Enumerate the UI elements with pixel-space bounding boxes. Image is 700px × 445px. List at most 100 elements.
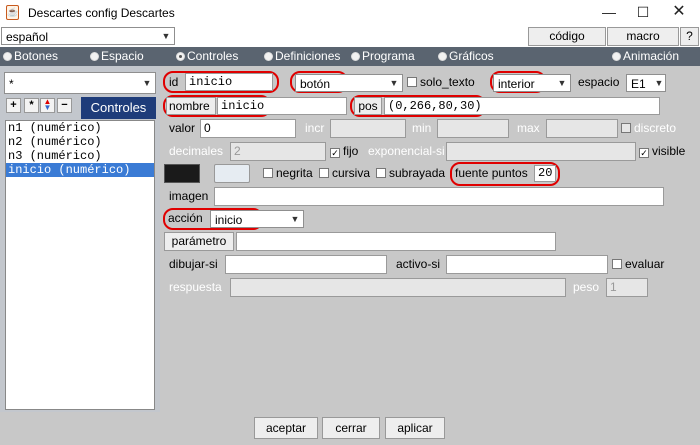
radio-icon [351,52,360,61]
up-down-arrows-icon[interactable]: ▲ ▼ [40,98,55,113]
tab-botones[interactable]: Botones [3,49,58,64]
max-field [546,119,618,138]
incr-field [330,119,406,138]
activo-field[interactable] [446,255,608,274]
codigo-button[interactable]: código [528,27,606,46]
exponencial-label: exponencial-si [368,144,445,158]
remove-icon[interactable]: − [57,98,72,113]
region-value: interior [498,77,535,91]
exponencial-field [446,142,636,161]
imagen-field[interactable] [214,187,664,206]
minimize-icon[interactable]: — [592,0,626,26]
chevron-down-icon: ▼ [161,31,171,41]
nombre-button[interactable]: nombre [166,97,216,115]
filter-select[interactable]: * ▼ [4,72,156,94]
tab-label: Definiciones [275,49,341,63]
parametro-button[interactable]: parámetro [164,232,234,251]
dibujar-field[interactable] [225,255,387,274]
checkbox-icon [376,168,386,178]
discreto-checkbox: discreto [621,119,676,138]
fuente-field[interactable]: 20 [534,165,556,182]
solo-texto-checkbox[interactable]: solo_texto [407,73,475,92]
imagen-label: imagen [169,189,209,203]
peso-label: peso [573,280,600,294]
close-icon[interactable]: ✕ [662,0,696,26]
add-icon[interactable]: + [6,98,21,113]
list-item-selected[interactable]: inicio (numérico) [6,163,154,177]
region-select[interactable]: interior ▼ [493,74,571,92]
tab-programa[interactable]: Programa [351,49,415,64]
max-label: max [517,121,540,135]
list-item[interactable]: n3 (numérico) [6,149,154,163]
tab-graficos[interactable]: Gráficos [438,49,494,64]
chevron-down-icon: ▼ [290,214,300,224]
cursiva-checkbox[interactable]: cursiva [319,164,370,183]
pos-field[interactable]: (0,266,80,30) [384,97,660,115]
maximize-icon[interactable]: ☐ [626,0,660,26]
discreto-label: discreto [634,121,677,135]
radio-icon [612,52,621,61]
tab-definiciones[interactable]: Definiciones [264,49,340,64]
type-value: botón [300,77,331,91]
accion-select[interactable]: inicio ▼ [210,210,304,228]
respuesta-field [230,278,566,297]
respuesta-label: respuesta [169,280,222,294]
tab-label: Botones [14,49,59,63]
parametro-field[interactable] [236,232,556,251]
window-title: Descartes config Descartes [28,6,175,20]
checkbox-icon [612,259,622,269]
filter-value: * [9,77,14,91]
list-item[interactable]: n2 (numérico) [6,135,154,149]
checkbox-icon [621,123,631,133]
fuente-label: fuente puntos [455,166,528,180]
radio-icon [3,52,12,61]
accion-value: inicio [215,213,243,227]
id-field[interactable]: inicio [185,73,273,91]
language-select[interactable]: español ▼ [1,27,175,45]
negrita-checkbox[interactable]: negrita [263,164,313,183]
negrita-label: negrita [276,166,313,180]
type-select[interactable]: botón ▼ [295,74,403,92]
subrayada-label: subrayada [389,166,446,180]
title-bar: ☕ Descartes config Descartes — ☐ ✕ [0,0,700,26]
cerrar-button[interactable]: cerrar [322,417,380,439]
chevron-down-icon: ▼ [557,78,567,88]
solo-texto-label: solo_texto [420,75,475,89]
espacio-value: E1 [631,77,646,91]
nombre-field[interactable]: inicio [217,97,347,115]
dibujar-label: dibujar-si [169,257,218,271]
tab-espacio[interactable]: Espacio [90,49,144,64]
valor-label: valor [169,121,196,135]
peso-field: 1 [606,278,648,297]
evaluar-checkbox[interactable]: evaluar [612,255,664,274]
pos-button[interactable]: pos [354,97,382,115]
visible-checkbox[interactable]: ✓ visible [639,142,685,161]
fijo-label: fijo [343,144,359,158]
espacio-select[interactable]: E1 ▼ [626,74,666,92]
incr-label: incr [305,121,325,135]
tab-animacion[interactable]: Animación [612,49,679,64]
accion-label: acción [168,211,203,225]
macro-button[interactable]: macro [607,27,679,46]
radio-icon [90,52,99,61]
bottom-bar: aceptar cerrar aplicar [0,412,700,445]
controls-list[interactable]: n1 (numérico) n2 (numérico) n3 (numérico… [5,120,155,410]
radio-selected-icon [176,52,185,61]
aplicar-button[interactable]: aplicar [385,417,445,439]
list-item[interactable]: n1 (numérico) [6,121,154,135]
chevron-down-icon: ▼ [389,78,399,88]
fijo-checkbox[interactable]: ✓ fijo [330,142,358,161]
min-label: min [412,121,432,135]
asterisk-icon[interactable]: * [24,98,39,113]
color-dark-swatch[interactable] [164,164,200,183]
subrayada-checkbox[interactable]: subrayada [376,164,445,183]
help-button[interactable]: ? [680,27,699,46]
aceptar-button[interactable]: aceptar [254,417,318,439]
color-light-swatch[interactable] [214,164,250,183]
chevron-down-icon: ▼ [142,78,152,88]
valor-field[interactable]: 0 [200,119,296,138]
tab-controles[interactable]: Controles [176,49,238,64]
checkmark-icon: ✓ [639,148,649,158]
activo-label: activo-si [396,257,441,271]
tab-label: Gráficos [449,49,494,63]
